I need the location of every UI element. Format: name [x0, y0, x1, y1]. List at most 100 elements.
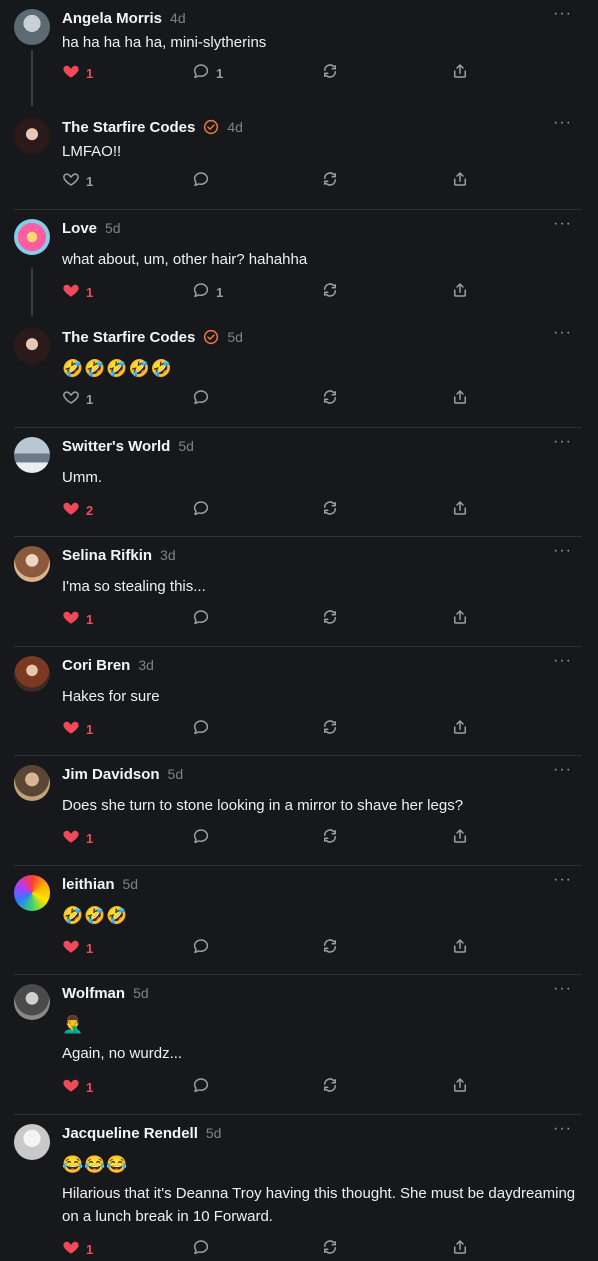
avatar[interactable]: [14, 546, 50, 582]
reply-post[interactable]: Cori Bren 3d ··· Hakes for sure 1: [0, 647, 582, 756]
post-text: LMFAO!!: [62, 143, 122, 160]
reply-button[interactable]: [192, 1077, 216, 1097]
more-dots-icon[interactable]: ···: [553, 542, 572, 560]
avatar[interactable]: [14, 984, 50, 1020]
reply-post[interactable]: Love 5d ··· what about, um, other hair? ha…: [0, 210, 582, 319]
like-button[interactable]: 1: [62, 938, 93, 958]
repost-button[interactable]: [321, 1077, 339, 1097]
share-button[interactable]: [451, 828, 469, 848]
reply-button[interactable]: [192, 938, 216, 958]
like-button[interactable]: 1: [62, 1077, 93, 1097]
share-button[interactable]: [451, 500, 469, 520]
reply-post[interactable]: Selina Rifkin 3d ··· I'ma so stealing this…: [0, 537, 582, 647]
author-name[interactable]: The Starfire Codes: [62, 119, 195, 136]
like-button[interactable]: 1: [62, 609, 93, 629]
share-button[interactable]: [451, 609, 469, 629]
repost-button[interactable]: [321, 938, 339, 958]
author-name[interactable]: Angela Morris: [62, 10, 162, 27]
author-name[interactable]: Love: [62, 220, 97, 237]
avatar[interactable]: [14, 328, 50, 364]
reply-post[interactable]: Jacqueline Rendell 5d ··· 😂😂😂 Hilarious tha…: [0, 1115, 582, 1258]
more-dots-icon[interactable]: ···: [553, 114, 572, 132]
reply-post[interactable]: Jim Davidson 5d ··· Does she turn to stone…: [0, 756, 582, 866]
avatar[interactable]: [14, 118, 50, 154]
repost-button[interactable]: [321, 282, 339, 302]
post-timestamp[interactable]: 3d: [138, 657, 154, 673]
repost-button[interactable]: [321, 63, 339, 83]
reply-button[interactable]: 1: [192, 63, 223, 83]
reply-button[interactable]: [192, 828, 216, 848]
share-button[interactable]: [451, 63, 469, 83]
reply-post[interactable]: Angela Morris 4d ··· ha ha ha ha ha, mini-…: [0, 0, 582, 109]
author-name[interactable]: leithian: [62, 876, 115, 893]
more-dots-icon[interactable]: ···: [553, 5, 572, 23]
more-dots-icon[interactable]: ···: [553, 652, 572, 670]
avatar[interactable]: [14, 437, 50, 473]
reply-button[interactable]: [192, 389, 216, 409]
author-name[interactable]: The Starfire Codes: [62, 329, 195, 346]
post-timestamp[interactable]: 4d: [170, 10, 186, 26]
share-button[interactable]: [451, 282, 469, 302]
author-name[interactable]: Wolfman: [62, 985, 125, 1002]
avatar[interactable]: [14, 219, 50, 255]
post-timestamp[interactable]: 5d: [133, 985, 149, 1001]
share-button[interactable]: [451, 171, 469, 191]
avatar[interactable]: [14, 656, 50, 692]
like-button[interactable]: 2: [62, 500, 93, 520]
share-button[interactable]: [451, 1239, 469, 1259]
reply-button[interactable]: [192, 500, 216, 520]
post-timestamp[interactable]: 5d: [178, 438, 194, 454]
avatar[interactable]: [14, 1124, 50, 1160]
author-name[interactable]: Cori Bren: [62, 657, 130, 674]
post-timestamp[interactable]: 5d: [227, 329, 243, 345]
more-dots-icon[interactable]: ···: [553, 1120, 572, 1138]
more-dots-icon[interactable]: ···: [553, 433, 572, 451]
like-button[interactable]: 1: [62, 1239, 93, 1259]
author-name[interactable]: Jacqueline Rendell: [62, 1125, 198, 1142]
more-dots-icon[interactable]: ···: [553, 324, 572, 342]
reply-post[interactable]: Switter's World 5d ··· Umm. 2: [0, 428, 582, 537]
post-timestamp[interactable]: 5d: [168, 766, 184, 782]
like-button[interactable]: 1: [62, 63, 93, 83]
reply-post[interactable]: Wolfman 5d ··· 🤦‍♂️ Again, no wurdz... 1: [0, 975, 582, 1115]
repost-button[interactable]: [321, 609, 339, 629]
author-name[interactable]: Jim Davidson: [62, 766, 160, 783]
share-button[interactable]: [451, 1077, 469, 1097]
post-timestamp[interactable]: 5d: [206, 1125, 222, 1141]
post-timestamp[interactable]: 5d: [105, 220, 121, 236]
avatar[interactable]: [14, 875, 50, 911]
more-dots-icon[interactable]: ···: [553, 215, 572, 233]
reply-post[interactable]: The Starfire Codes 4d ··· LMFAO!! 1: [0, 109, 582, 210]
reply-button[interactable]: 1: [192, 282, 223, 302]
avatar[interactable]: [14, 9, 50, 45]
repost-button[interactable]: [321, 828, 339, 848]
like-button[interactable]: 1: [62, 828, 93, 848]
like-button[interactable]: 1: [62, 389, 93, 409]
post-timestamp[interactable]: 3d: [160, 547, 176, 563]
repost-button[interactable]: [321, 389, 339, 409]
share-button[interactable]: [451, 938, 469, 958]
avatar[interactable]: [14, 765, 50, 801]
repost-button[interactable]: [321, 171, 339, 191]
reply-button[interactable]: [192, 719, 216, 739]
reply-button[interactable]: [192, 171, 216, 191]
more-dots-icon[interactable]: ···: [553, 871, 572, 889]
author-name[interactable]: Switter's World: [62, 438, 170, 455]
more-dots-icon[interactable]: ···: [553, 980, 572, 998]
reply-button[interactable]: [192, 1239, 216, 1259]
repost-button[interactable]: [321, 719, 339, 739]
reply-button[interactable]: [192, 609, 216, 629]
like-button[interactable]: 1: [62, 282, 93, 302]
repost-button[interactable]: [321, 500, 339, 520]
post-timestamp[interactable]: 4d: [227, 119, 243, 135]
reply-post[interactable]: leithian 5d ··· 🤣🤣🤣 1: [0, 866, 582, 975]
share-button[interactable]: [451, 719, 469, 739]
author-name[interactable]: Selina Rifkin: [62, 547, 152, 564]
reply-post[interactable]: The Starfire Codes 5d ··· 🤣🤣🤣🤣🤣 1: [0, 319, 582, 428]
repost-button[interactable]: [321, 1239, 339, 1259]
like-button[interactable]: 1: [62, 719, 93, 739]
share-button[interactable]: [451, 389, 469, 409]
post-timestamp[interactable]: 5d: [123, 876, 139, 892]
like-button[interactable]: 1: [62, 171, 93, 191]
more-dots-icon[interactable]: ···: [553, 761, 572, 779]
